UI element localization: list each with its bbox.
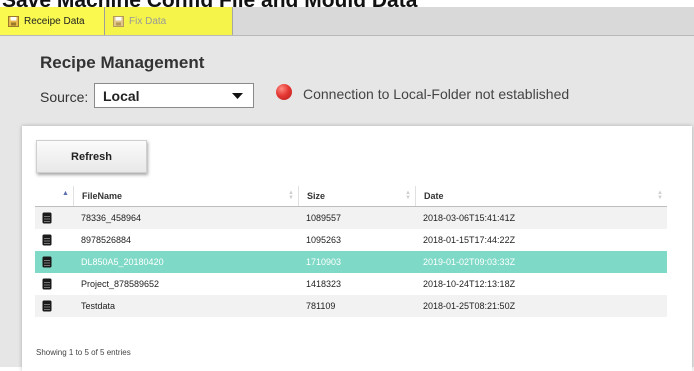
- column-header-filename[interactable]: FileName ▲ ▼: [73, 186, 298, 206]
- file-cell-icon: [35, 300, 73, 312]
- tab-highlight: [105, 7, 232, 35]
- table-row[interactable]: 78336_458964 1089557 2018-03-06T15:41:41Z: [35, 207, 667, 229]
- recipe-panel: Recipe Management Source: Local Connecti…: [0, 36, 694, 371]
- table-row[interactable]: Testdata 781109 2018-01-25T08:21:50Z: [35, 295, 667, 317]
- size-cell: 1710903: [306, 257, 342, 267]
- file-icon: [42, 300, 52, 312]
- size-cell: 1089557: [306, 213, 342, 223]
- date-cell: 2018-01-25T08:21:50Z: [423, 301, 516, 311]
- sort-ascending-icon: ▲: [62, 190, 69, 197]
- table-row[interactable]: Project_878589652 1418323 2018-10-24T12:13…: [35, 273, 667, 295]
- column-header-size[interactable]: Size ▲ ▼: [298, 186, 415, 206]
- filename-cell: Project_878589652: [81, 279, 160, 289]
- page-title: Recipe Management: [40, 53, 205, 72]
- tab-bar-filler: [233, 7, 694, 35]
- file-icon: [42, 212, 52, 224]
- tab-bar: Receipe Data Fix Data: [0, 7, 694, 36]
- sort-icon: ▲ ▼: [288, 190, 294, 201]
- file-icon: [42, 278, 52, 290]
- tab-fix-data[interactable]: Fix Data: [105, 7, 233, 35]
- file-cell-icon: [35, 212, 73, 224]
- column-header-date[interactable]: Date ▲ ▼: [415, 186, 667, 206]
- refresh-button[interactable]: Refresh: [36, 140, 147, 173]
- table-row[interactable]: DL850A5_20180420 1710903 2019-01-02T09:03:…: [35, 251, 667, 273]
- table-header: ▲ FileName ▲ ▼ Size ▲ ▼ Date ▲ ▼: [35, 186, 667, 207]
- file-icon: [42, 256, 52, 268]
- table-info: Showing 1 to 5 of 5 entries: [36, 348, 131, 357]
- sort-icon: ▲ ▼: [657, 190, 663, 201]
- filename-cell: Testdata: [81, 301, 116, 311]
- date-cell: 2019-01-02T09:03:33Z: [423, 257, 516, 267]
- source-value: Local: [103, 87, 140, 104]
- table-row[interactable]: 8978526884 1095263 2018-01-15T17:44:22Z: [35, 229, 667, 251]
- date-cell: 2018-03-06T15:41:41Z: [423, 213, 516, 223]
- source-label: Source:: [40, 89, 89, 105]
- size-cell: 1418323: [306, 279, 342, 289]
- save-icon: [113, 15, 124, 27]
- save-icon: [8, 15, 19, 27]
- chevron-down-icon: [232, 93, 243, 99]
- filename-cell: DL850A5_20180420: [81, 257, 164, 267]
- file-cell-icon: [35, 256, 73, 268]
- file-icon: [42, 234, 52, 246]
- date-cell: 2018-10-24T12:13:18Z: [423, 279, 516, 289]
- file-cell-icon: [35, 278, 73, 290]
- header-icon-column: ▲: [35, 186, 73, 206]
- sort-icon: ▲ ▼: [405, 190, 411, 201]
- date-cell: 2018-01-15T17:44:22Z: [423, 235, 516, 245]
- size-cell: 781109: [306, 301, 336, 311]
- tab-label: Receipe Data: [24, 15, 85, 27]
- file-table: ▲ FileName ▲ ▼ Size ▲ ▼ Date ▲ ▼ 78336_4589…: [35, 186, 667, 317]
- filename-cell: 8978526884: [81, 235, 132, 245]
- file-cell-icon: [35, 234, 73, 246]
- filename-cell: 78336_458964: [81, 213, 142, 223]
- connection-status-icon: [276, 84, 292, 100]
- tab-receipe-data[interactable]: Receipe Data: [0, 7, 105, 35]
- connection-status-text: Connection to Local-Folder not establish…: [303, 86, 570, 102]
- file-list-card: Refresh ▲ FileName ▲▼ Size ▲▼ Date ▲▼: [22, 126, 692, 371]
- table-body: 78336_458964 1089557 2018-03-06T15:41:41Z 8…: [35, 207, 667, 317]
- source-select[interactable]: Local: [94, 83, 254, 108]
- tab-label: Fix Data: [129, 15, 167, 27]
- size-cell: 1095263: [306, 235, 342, 245]
